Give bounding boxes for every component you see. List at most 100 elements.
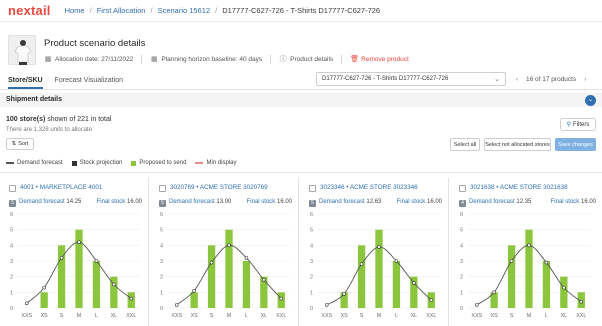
demand-forecast-label: Demand forecast — [19, 199, 65, 205]
store-checkbox[interactable] — [9, 185, 16, 192]
breadcrumb-home[interactable]: Home — [65, 6, 85, 15]
demand-forecast-point — [77, 240, 81, 245]
y-tick-label: 4 — [160, 243, 163, 249]
demand-forecast-label: Demand forecast — [169, 199, 215, 205]
bar — [225, 229, 233, 308]
shipment-header — [0, 93, 602, 107]
x-tick-label: XXL — [576, 313, 586, 319]
bar — [507, 245, 516, 308]
legend-min-display-label: Min display — [206, 160, 237, 166]
x-tick-label: M — [77, 313, 81, 319]
final-stock-total: Final stock 16.00 — [97, 199, 142, 205]
pager-text: 16 of 17 products — [526, 75, 577, 83]
final-stock-label: Final stock — [550, 199, 580, 205]
tab-bar: Store/SKU Forecast Visualization — [8, 73, 135, 89]
breadcrumb-first-allocation[interactable]: First Allocation — [97, 6, 146, 15]
final-stock-value: 16.00 — [276, 199, 292, 205]
demand-forecast-total: Demand forecast 14.25 — [19, 199, 81, 205]
store-name-link[interactable]: 4001 • MARKETPLACE 4001 — [20, 184, 102, 191]
filters-button[interactable]: ⚲ Filters — [560, 118, 596, 131]
proposed-to-send-swatch — [131, 160, 137, 166]
units-to-allocate: There are 1,328 units to allocate — [6, 127, 93, 133]
store-checkbox[interactable] — [159, 185, 166, 192]
product-select-value: D17777-C627-726 - T-Shirts D17777-C627-7… — [322, 76, 449, 82]
y-tick-label: 0 — [460, 306, 463, 312]
store-badge: 4 — [459, 200, 466, 207]
stock-projection-swatch — [71, 160, 77, 166]
x-tick-label: XS — [491, 313, 499, 319]
sort-button[interactable]: ⇅ Sort — [6, 138, 34, 150]
nextail-logo[interactable]: nextail — [8, 3, 51, 18]
store-card: 3020769 • ACME STORE 3020769 5 Demand fo… — [150, 178, 299, 326]
demand-forecast-point — [112, 282, 116, 287]
demand-forecast-point — [492, 290, 496, 295]
store-card: 3023346 • ACME STORE 3023346 5 Demand fo… — [300, 178, 449, 326]
store-chart: 0 1 2 3 4 5 6 XXS XS S M L XL XXL — [160, 212, 290, 319]
demand-forecast-point — [544, 260, 549, 265]
store-badge: 5 — [159, 200, 166, 207]
x-tick-label: XXL — [276, 313, 286, 319]
product-details-link[interactable]: ⓘ Product details — [279, 56, 334, 64]
demand-forecast-point — [324, 303, 329, 307]
x-tick-label: XXL — [126, 313, 136, 319]
legend-stock-projection-label: Stock projection — [79, 160, 123, 166]
y-tick-label: 2 — [460, 275, 463, 281]
bar — [242, 261, 251, 308]
shipment-title: Shipment details — [6, 96, 63, 103]
x-tick-label: XS — [341, 313, 349, 319]
demand-forecast-label: Demand forecast — [469, 199, 515, 205]
demand-forecast-point — [192, 288, 196, 293]
product-select[interactable]: D17777-C627-726 - T-Shirts D17777-C627-7… — [316, 72, 506, 86]
legend-proposed-to-send: Proposed to send — [131, 160, 186, 166]
breadcrumb-separator: / — [215, 6, 218, 15]
store-name-link[interactable]: 3020769 • ACME STORE 3020769 — [170, 184, 268, 191]
next-product-icon[interactable]: › — [580, 76, 590, 83]
y-tick-label: 2 — [10, 275, 13, 281]
previous-product-icon[interactable]: ‹ — [512, 76, 522, 83]
demand-forecast-point — [377, 245, 381, 249]
demand-forecast-point — [509, 259, 514, 263]
meta-divider — [341, 55, 343, 64]
y-tick-label: 0 — [10, 306, 13, 312]
remove-product-button[interactable]: 🗑 Remove product — [350, 56, 409, 64]
y-tick-label: 6 — [10, 212, 13, 218]
tab-forecast-visualization[interactable]: Forecast Visualization — [55, 73, 123, 89]
planning-horizon: ▦ Planning horizon baseline: 40 days — [150, 56, 262, 64]
min-display-swatch — [195, 162, 204, 164]
final-stock-label: Final stock — [96, 199, 126, 205]
x-tick-label: XS — [41, 313, 49, 319]
y-tick-label: 3 — [460, 259, 463, 265]
final-stock-total: Final stock 16.00 — [247, 199, 292, 205]
breadcrumb-scenario[interactable]: Scenario 15612 — [158, 6, 211, 15]
demand-forecast-total: Demand forecast 13.00 — [169, 199, 231, 205]
x-tick-label: S — [60, 313, 64, 319]
y-tick-label: 5 — [160, 228, 163, 234]
chevron-down-icon: ⌄ — [494, 76, 500, 83]
x-tick-label: XXS — [171, 313, 182, 319]
y-tick-label: 5 — [310, 228, 313, 234]
tab-store-sku[interactable]: Store/SKU — [8, 73, 43, 89]
y-tick-label: 4 — [10, 243, 13, 249]
demand-forecast-value: 14.25 — [66, 199, 82, 205]
demand-forecast-point — [94, 259, 99, 263]
product-pager: ‹ 16 of 17 products › — [512, 72, 602, 86]
collapse-icon[interactable]: ⌄ — [585, 95, 596, 106]
tshirt-image — [14, 40, 32, 65]
demand-forecast-point — [129, 296, 134, 301]
store-chart: 0 1 2 3 4 5 6 XXS XS S M L XL XXL — [310, 212, 440, 319]
save-changes-button[interactable]: Save changes — [555, 138, 596, 151]
select-not-allocated-button[interactable]: Select not allocated stores — [484, 138, 551, 151]
select-all-button[interactable]: Select all — [450, 138, 480, 151]
x-tick-label: S — [210, 313, 214, 319]
x-tick-label: XL — [411, 313, 418, 319]
demand-forecast-point — [359, 262, 364, 266]
store-checkbox[interactable] — [309, 185, 316, 192]
x-tick-label: M — [527, 313, 531, 319]
store-name-link[interactable]: 3021638 • ACME STORE 3021638 — [470, 184, 568, 191]
demand-forecast-point — [24, 301, 29, 306]
demand-forecast-point — [262, 278, 266, 282]
store-checkbox[interactable] — [459, 185, 466, 192]
store-name-link[interactable]: 3023346 • ACME STORE 3023346 — [320, 184, 418, 191]
x-tick-label: L — [395, 313, 398, 319]
x-tick-label: XL — [111, 313, 118, 319]
